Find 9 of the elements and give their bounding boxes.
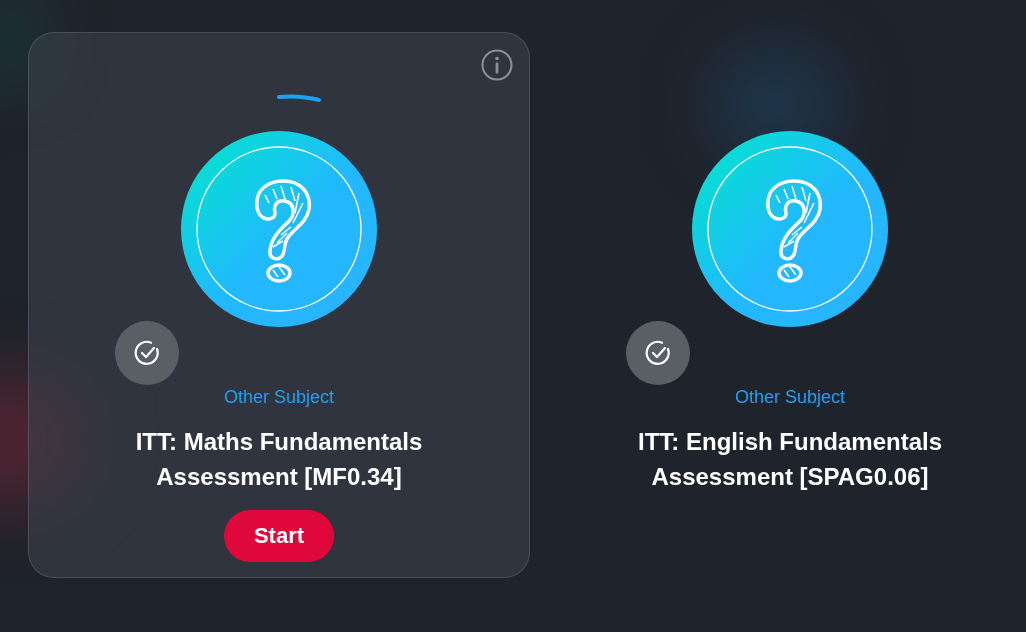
question-mark-icon [692, 131, 888, 327]
progress-arc [276, 93, 322, 103]
start-button[interactable]: Start [224, 510, 334, 562]
info-icon[interactable] [481, 49, 513, 81]
subject-label: Other Subject [734, 387, 846, 408]
question-mark-icon [181, 131, 377, 327]
subject-label: Other Subject [223, 387, 335, 408]
assessment-title: ITT: English Fundamentals Assessment [SPAG0.06] [637, 427, 943, 492]
assessment-title: ITT: Maths Fundamentals Assessment [MF0.34] [134, 427, 424, 492]
